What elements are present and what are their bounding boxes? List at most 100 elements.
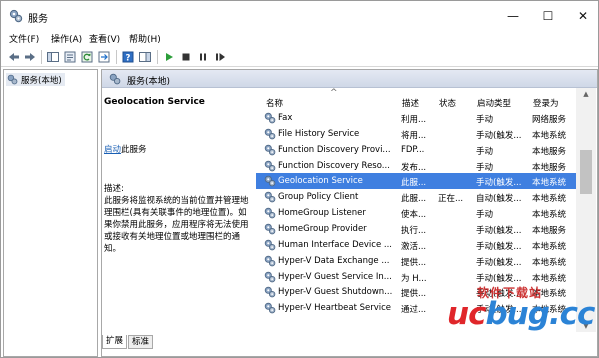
service-gear-icon: [264, 239, 276, 251]
service-gear-icon: [264, 160, 276, 172]
tab-standard[interactable]: 标准: [128, 335, 154, 349]
export-list-icon: [98, 51, 110, 63]
minimize-button[interactable]: —: [496, 1, 530, 31]
service-name-cell: Human Interface Device ...: [278, 239, 392, 250]
services-pane-header: 服务(本地): [102, 70, 597, 88]
service-name-cell: File History Service: [278, 128, 360, 139]
service-row[interactable]: Function Discovery Provi... FDP... 手动 本地服务: [256, 142, 576, 158]
stop-service-button[interactable]: [179, 50, 193, 64]
maximize-button[interactable]: ☐: [531, 1, 565, 31]
selected-service-title: Geolocation Service: [104, 97, 205, 107]
service-row[interactable]: Hyper-V Data Exchange ... 提供... 手动(触发... 本地…: [256, 253, 576, 269]
column-header-description[interactable]: 描述: [402, 97, 419, 109]
service-description-cell: 提供...: [401, 257, 427, 268]
forward-button[interactable]: [23, 50, 37, 64]
close-icon: ✕: [577, 9, 589, 23]
service-description-cell: 此服...: [401, 178, 427, 189]
service-log-on-as-cell: 本地系统: [532, 273, 567, 284]
show-hide-action-pane-button[interactable]: [138, 50, 152, 64]
service-startup-type-cell: 手动(触发...: [476, 257, 522, 268]
refresh-button[interactable]: [80, 50, 94, 64]
service-gear-icon: [264, 255, 276, 267]
service-row[interactable]: Group Policy Client 此服... 正在... 自动(触发... 本地系…: [256, 189, 576, 205]
close-button[interactable]: ✕: [566, 1, 598, 31]
menu-view[interactable]: 查看(V): [89, 32, 120, 45]
toolbar: ?: [1, 47, 598, 67]
toolbar-separator: [116, 50, 117, 64]
column-header-name[interactable]: 名称: [266, 97, 283, 109]
service-startup-type-cell: 手动: [476, 162, 494, 173]
services-window: 服务 — ☐ ✕ 文件(F) 操作(A) 查看(V) 帮助(H) ? 服务(本地…: [0, 0, 599, 358]
maximize-icon: ☐: [542, 9, 554, 23]
service-log-on-as-cell: 本地服务: [532, 225, 567, 236]
service-gear-icon: [264, 175, 276, 187]
tree-item-services-local[interactable]: 服务(本地): [6, 73, 65, 86]
console-tree-icon: [47, 52, 59, 62]
back-button[interactable]: [7, 50, 21, 64]
svg-text:?: ?: [126, 53, 131, 63]
service-name-cell: Hyper-V Heartbeat Service: [278, 303, 392, 314]
service-row[interactable]: Function Discovery Reso... 发布... 手动 本地服务: [256, 158, 576, 174]
tab-extended[interactable]: 扩展: [102, 335, 128, 349]
service-row[interactable]: HomeGroup Listener 使本... 手动 本地系统: [256, 205, 576, 221]
service-row[interactable]: HomeGroup Provider 执行... 手动(触发... 本地服务: [256, 221, 576, 237]
service-name-cell: Hyper-V Guest Shutdown...: [278, 287, 393, 298]
ucbug-watermark-logo: 软件下载站 ucbug.cc: [447, 284, 597, 356]
menu-bar: 文件(F) 操作(A) 查看(V) 帮助(H): [1, 31, 598, 47]
services-gear-icon: [9, 9, 23, 23]
service-row[interactable]: Human Interface Device ... 激活... 手动(触发... 本…: [256, 237, 576, 253]
service-name-cell: Function Discovery Reso...: [278, 160, 390, 171]
service-row[interactable]: Geolocation Service 此服... 手动(触发... 本地系统: [256, 173, 576, 190]
service-startup-type-cell: 手动: [476, 210, 494, 221]
service-startup-type-cell: 手动: [476, 115, 494, 125]
forward-arrow-icon: [25, 53, 35, 61]
restart-service-button[interactable]: [213, 50, 227, 64]
service-description-cell: 将用...: [401, 130, 427, 141]
service-gear-icon: [264, 112, 276, 124]
service-name-cell: HomeGroup Listener: [278, 208, 366, 219]
service-startup-type-cell: 手动(触发...: [476, 130, 522, 141]
service-startup-type-cell: 手动(触发...: [476, 241, 522, 252]
menu-file[interactable]: 文件(F): [9, 32, 39, 45]
service-log-on-as-cell: 本地系统: [532, 130, 567, 141]
service-startup-type-cell: 手动(触发...: [476, 225, 522, 236]
scroll-up-arrow-icon[interactable]: ▲: [576, 88, 596, 100]
service-row[interactable]: Hyper-V Guest Service In... 为 H... 手动(触发..…: [256, 269, 576, 285]
service-description-cell: 发布...: [401, 162, 427, 173]
service-description-cell: 通过...: [401, 305, 427, 316]
service-log-on-as-cell: 本地系统: [532, 241, 567, 252]
menu-action[interactable]: 操作(A): [51, 32, 82, 45]
window-title: 服务: [28, 14, 48, 25]
pause-service-button[interactable]: [196, 50, 210, 64]
service-row[interactable]: Fax 利用... 手动 网络服务: [256, 110, 576, 126]
service-description-cell: 执行...: [401, 225, 427, 236]
restart-service-icon: [215, 53, 225, 61]
scrollbar-thumb[interactable]: [580, 150, 592, 194]
column-header-startup-type[interactable]: 启动类型: [477, 97, 511, 109]
show-console-tree-button[interactable]: [46, 50, 60, 64]
watermark-brand-uc: uc: [447, 296, 486, 332]
properties-button[interactable]: [63, 50, 77, 64]
service-description-cell: 提供...: [401, 289, 427, 300]
sort-ascending-icon: ^: [330, 88, 338, 98]
help-button[interactable]: ?: [121, 50, 135, 64]
column-header-status[interactable]: 状态: [439, 97, 456, 109]
service-name-cell: Fax: [278, 113, 293, 123]
service-gear-icon: [264, 191, 276, 203]
start-service-link[interactable]: 启动: [104, 145, 121, 155]
service-name-cell: Group Policy Client: [278, 192, 359, 203]
menu-help[interactable]: 帮助(H): [129, 32, 161, 45]
service-startup-type-cell: 手动: [476, 146, 494, 157]
start-service-icon: [166, 53, 173, 61]
service-log-on-as-cell: 本地服务: [532, 146, 567, 157]
export-list-button[interactable]: [97, 50, 111, 64]
list-column-header: ^ 名称 描述 状态 启动类型 登录为: [256, 88, 576, 110]
start-service-button[interactable]: [162, 50, 176, 64]
description-text: 此服务将监视系统的当前位置并管理地理围栏(具有关联事件的地理位置)。如果你禁用此…: [104, 196, 249, 254]
service-gear-icon: [264, 302, 276, 314]
service-name-cell: HomeGroup Provider: [278, 223, 367, 234]
service-description-cell: 利用...: [401, 115, 427, 125]
title-bar: 服务 — ☐ ✕: [1, 1, 598, 31]
column-header-log-on-as[interactable]: 登录为: [533, 97, 559, 109]
service-row[interactable]: File History Service 将用... 手动(触发... 本地系统: [256, 126, 576, 142]
